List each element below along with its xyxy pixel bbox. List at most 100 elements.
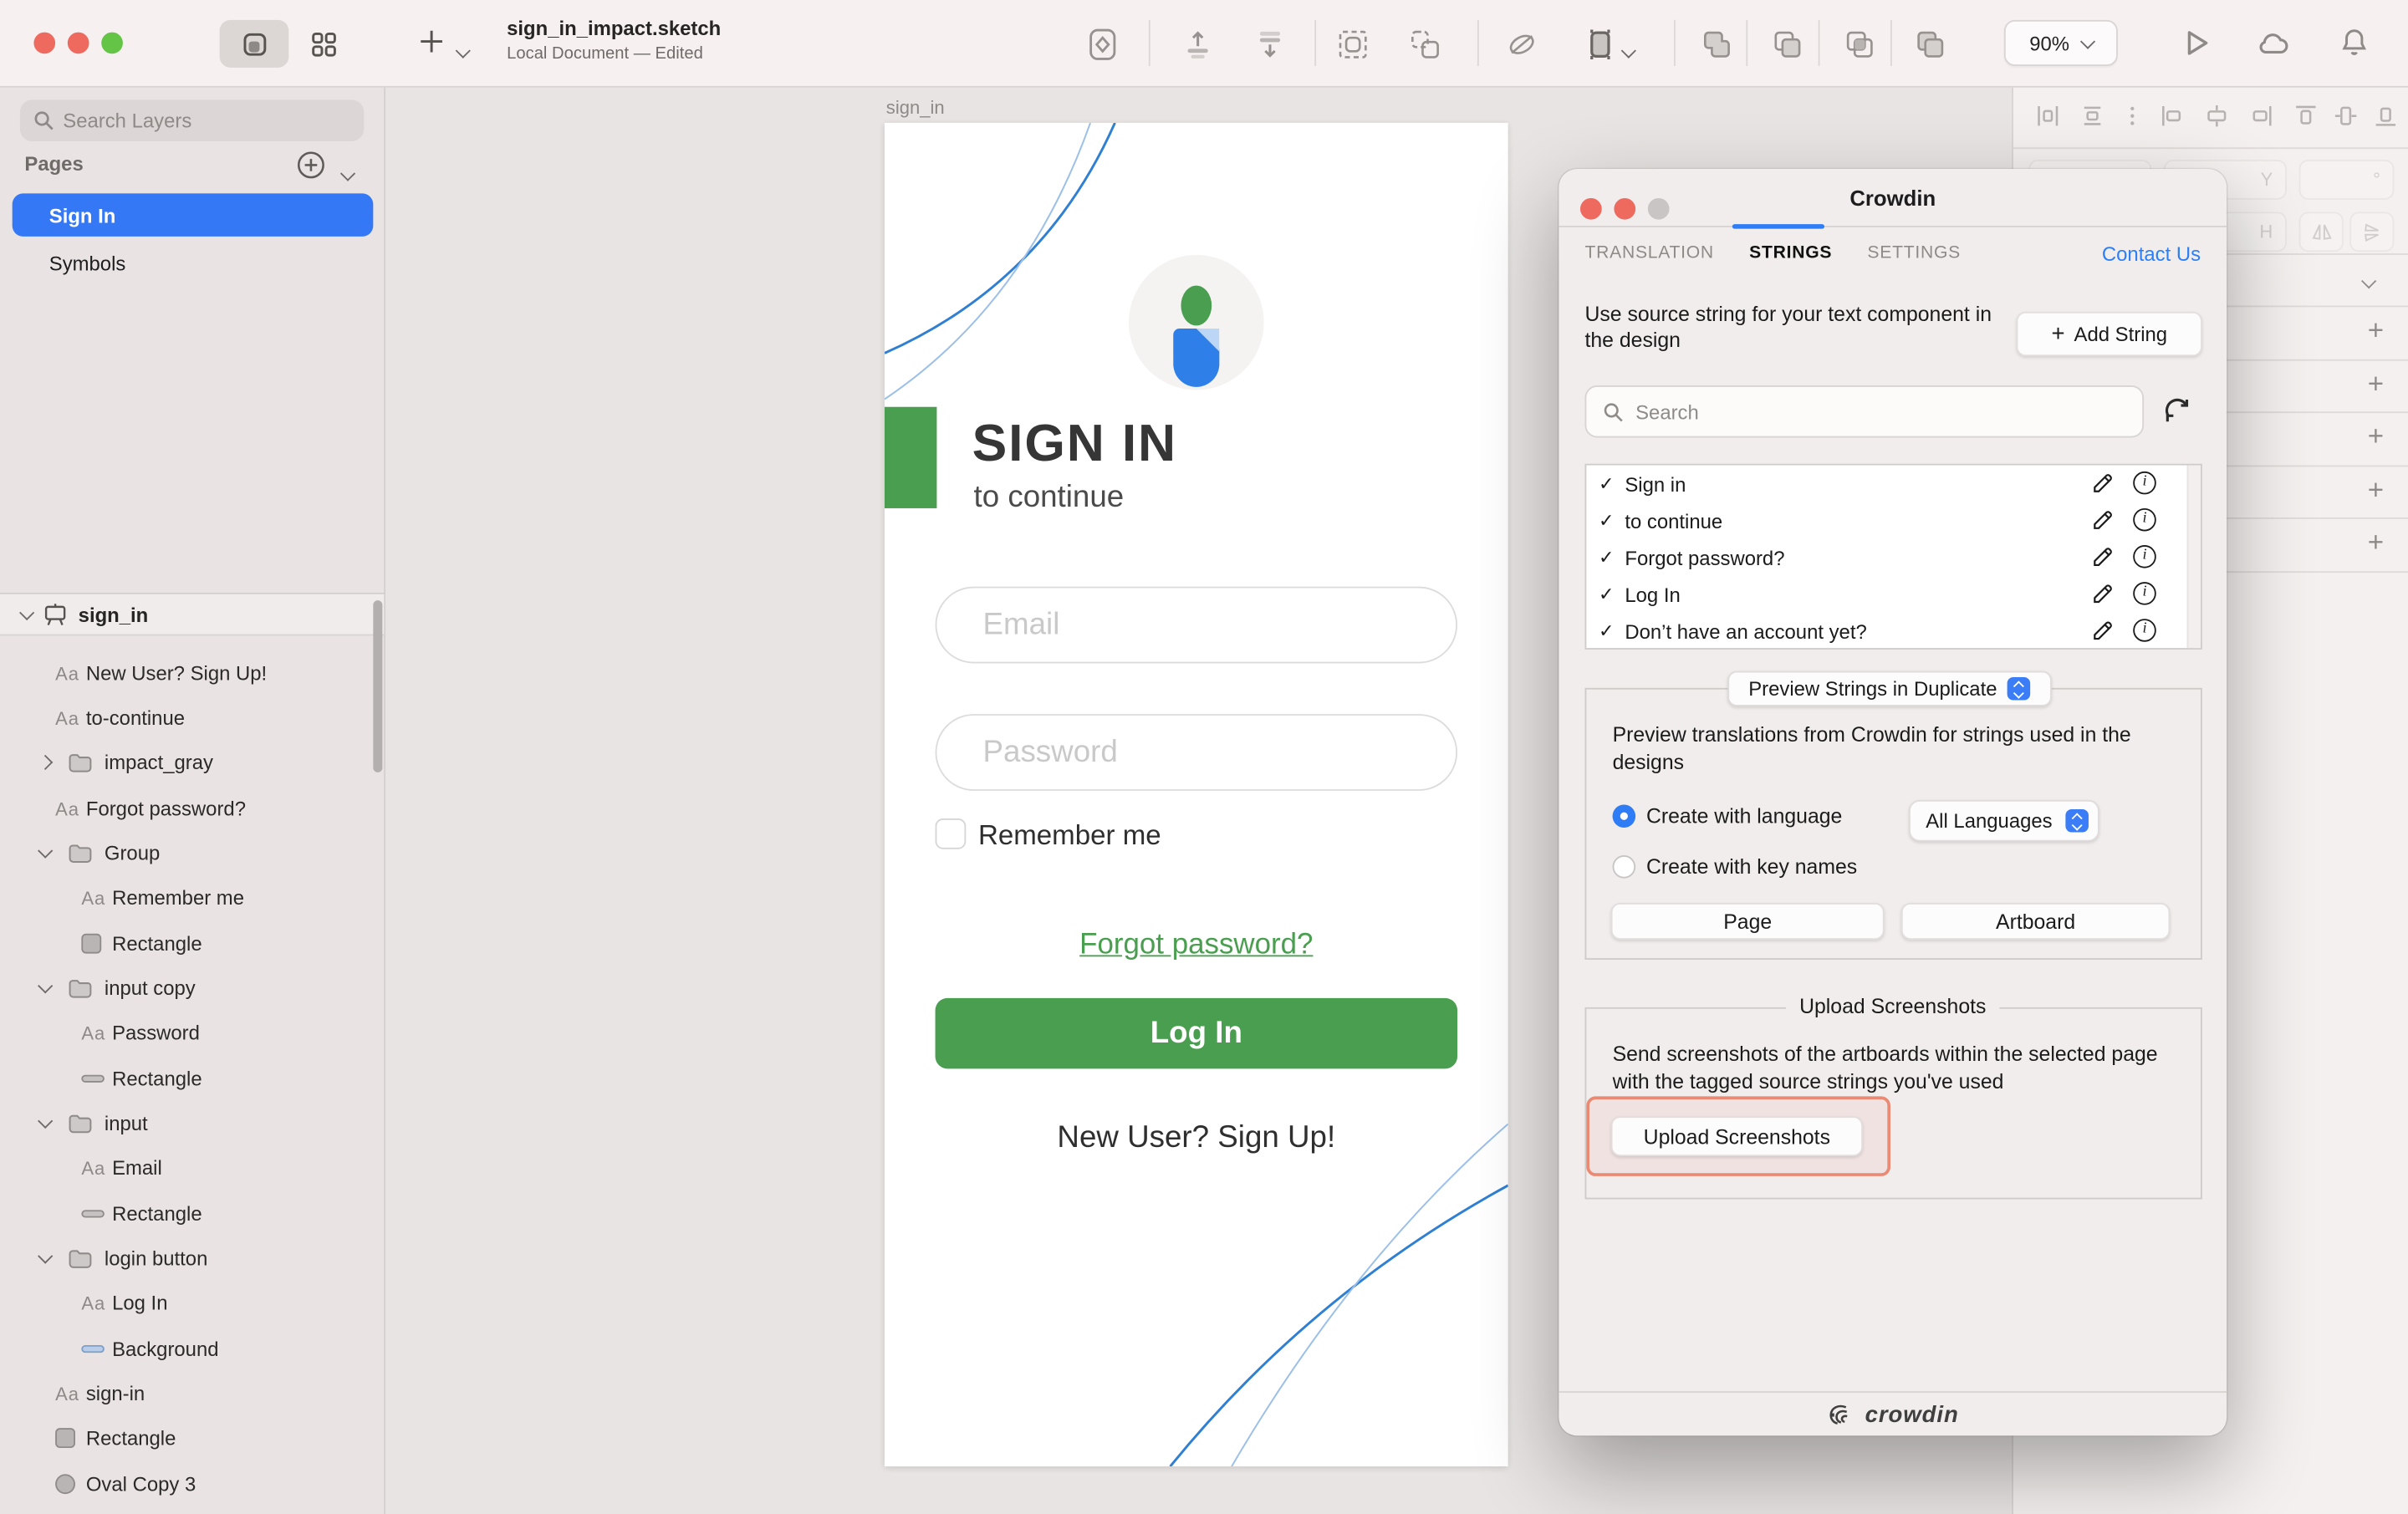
align-middle-icon[interactable] — [2333, 103, 2359, 129]
layer-row[interactable]: AaLog In — [0, 1281, 384, 1325]
align-bottom-icon[interactable] — [2373, 103, 2399, 129]
move-backward-icon[interactable] — [1252, 26, 1288, 63]
distribute-horizontal-icon[interactable] — [2035, 103, 2061, 129]
more-options-dots-icon[interactable] — [2120, 103, 2145, 129]
insert-chevron-icon[interactable] — [457, 38, 468, 66]
boolean-intersect-icon[interactable] — [1841, 26, 1878, 63]
edit-pencil-icon[interactable] — [2090, 508, 2115, 533]
layer-row[interactable]: Background — [0, 1327, 384, 1371]
add-style-button[interactable]: + — [2364, 319, 2388, 344]
resize-chevron-icon[interactable] — [1623, 38, 1634, 66]
edit-pencil-icon[interactable] — [2090, 582, 2115, 606]
add-style-button[interactable]: + — [2364, 426, 2388, 450]
language-select[interactable]: All Languages — [1909, 800, 2099, 842]
edit-pencil-icon[interactable] — [2090, 472, 2115, 496]
tab-settings[interactable]: SETTINGS — [1867, 244, 1961, 263]
layer-row-folder[interactable]: input — [0, 1101, 384, 1145]
string-search-field[interactable] — [1585, 385, 2145, 437]
layer-row-folder[interactable]: Group — [0, 831, 384, 875]
remember-me-checkbox[interactable] — [936, 818, 967, 849]
ungroup-icon[interactable] — [1406, 26, 1443, 63]
align-top-icon[interactable] — [2293, 103, 2319, 129]
chevron-down-icon[interactable] — [37, 978, 52, 993]
search-layers-input[interactable] — [63, 109, 324, 132]
boolean-subtract-icon[interactable] — [1769, 26, 1806, 63]
refresh-icon[interactable] — [2161, 395, 2193, 427]
resize-artboard-icon[interactable] — [1582, 26, 1619, 63]
strings-scrollbar-track[interactable] — [2187, 466, 2201, 649]
preview-play-button[interactable] — [2179, 26, 2212, 59]
sidebar-page-symbols[interactable]: Symbols — [13, 241, 374, 283]
align-center-horizontal-icon[interactable] — [2204, 103, 2230, 129]
contact-us-link[interactable]: Contact Us — [2102, 242, 2201, 266]
pages-collapse-chevron-icon[interactable] — [343, 161, 354, 189]
info-icon[interactable]: i — [2133, 472, 2156, 495]
align-left-icon[interactable] — [2159, 103, 2185, 129]
layer-row[interactable]: Aato-continue — [0, 696, 384, 740]
artboard-button[interactable]: Artboard — [1901, 903, 2170, 940]
layer-root-artboard[interactable]: sign_in — [0, 594, 384, 636]
string-search-input[interactable] — [1635, 400, 2096, 423]
distribute-vertical-icon[interactable] — [2079, 103, 2105, 129]
layer-row-folder[interactable]: input copy — [0, 966, 384, 1010]
password-field[interactable] — [936, 714, 1457, 791]
move-forward-icon[interactable] — [1180, 26, 1217, 63]
layer-row-folder[interactable]: impact_gray — [0, 740, 384, 784]
cloud-sync-button[interactable] — [2254, 26, 2291, 63]
string-row[interactable]: ✓ Don’t have an account yet? i — [1586, 613, 2188, 650]
create-with-language-radio[interactable] — [1613, 804, 1636, 828]
section-collapse-chevron-icon[interactable] — [2364, 268, 2375, 296]
align-right-icon[interactable] — [2248, 103, 2274, 129]
layer-row[interactable]: Rectangle — [0, 1415, 384, 1460]
layer-row[interactable]: Oval Copy 3 — [0, 1462, 384, 1506]
forgot-password-link[interactable]: Forgot password? — [885, 929, 1508, 962]
group-icon[interactable] — [1334, 26, 1371, 63]
create-with-key-names-radio[interactable] — [1613, 855, 1636, 879]
layer-row[interactable]: Rectangle — [0, 921, 384, 966]
boolean-union-icon[interactable] — [1698, 26, 1735, 63]
layer-row[interactable]: Rectangle — [0, 1057, 384, 1101]
layer-row[interactable]: Rectangle — [0, 1191, 384, 1236]
layer-row-folder[interactable]: login button — [0, 1236, 384, 1281]
string-row[interactable]: ✓ Log In i — [1586, 576, 2188, 613]
string-row[interactable]: ✓ to continue i — [1586, 502, 2188, 539]
chevron-down-icon[interactable] — [37, 1114, 52, 1129]
layer-search-field[interactable] — [20, 99, 364, 141]
flip-vertical-button[interactable] — [2349, 212, 2394, 252]
tab-strings[interactable]: STRINGS — [1749, 244, 1832, 263]
insert-shape-icon[interactable] — [1084, 26, 1121, 63]
info-icon[interactable]: i — [2133, 508, 2156, 532]
artboard-sign-in[interactable]: SIGN IN to continue Remember me Forgot p… — [885, 123, 1508, 1466]
preview-strings-duplicate-button[interactable]: Preview Strings in Duplicate — [1727, 671, 2052, 706]
chevron-down-icon[interactable] — [37, 844, 52, 859]
email-field[interactable] — [936, 587, 1457, 664]
log-in-button[interactable]: Log In — [936, 998, 1457, 1068]
artboard-title-label[interactable]: sign_in — [886, 97, 945, 119]
layer-row[interactable]: AaRemember me — [0, 875, 384, 920]
edit-pencil-icon[interactable] — [2090, 545, 2115, 569]
rotation-field[interactable]: ° — [2299, 160, 2395, 200]
layer-row[interactable]: AaNew User? Sign Up! — [0, 651, 384, 696]
sign-up-text[interactable]: New User? Sign Up! — [885, 1121, 1508, 1156]
sidebar-scrollbar[interactable] — [373, 600, 382, 772]
layer-row[interactable]: AaForgot password? — [0, 786, 384, 830]
string-row[interactable]: ✓ Forgot password? i — [1586, 539, 2188, 576]
layer-row[interactable]: AaPassword — [0, 1011, 384, 1055]
edit-pencil-icon[interactable] — [2090, 619, 2115, 643]
add-style-button[interactable]: + — [2364, 479, 2388, 503]
flip-horizontal-button[interactable] — [2299, 212, 2344, 252]
add-page-icon[interactable] — [296, 150, 325, 180]
zoom-level-select[interactable]: 90% — [2004, 20, 2118, 66]
chevron-right-icon[interactable] — [37, 755, 52, 770]
layer-row[interactable]: AaEmail — [0, 1145, 384, 1190]
window-minimize-button[interactable] — [68, 33, 89, 54]
canvas-view-button[interactable] — [220, 20, 289, 68]
grid-view-button[interactable] — [288, 20, 358, 68]
chevron-down-icon[interactable] — [37, 1249, 52, 1264]
window-zoom-button[interactable] — [101, 33, 123, 54]
info-icon[interactable]: i — [2133, 619, 2156, 642]
rotate-icon[interactable] — [1503, 26, 1540, 63]
insert-plus-button[interactable] — [418, 28, 446, 55]
boolean-difference-icon[interactable] — [1912, 26, 1949, 63]
add-style-button[interactable]: + — [2364, 373, 2388, 397]
